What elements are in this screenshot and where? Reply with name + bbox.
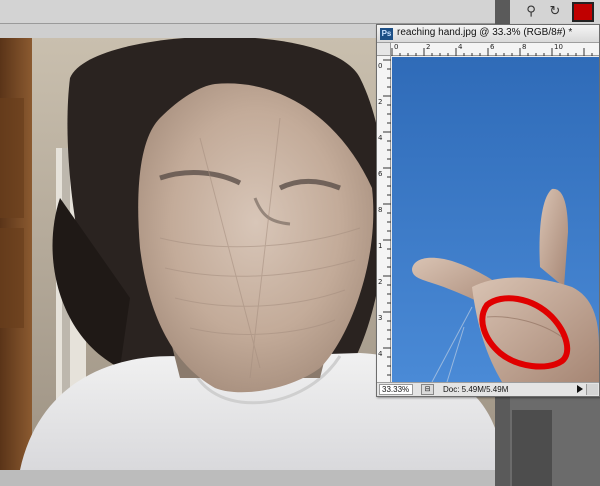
photoshop-icon: Ps (380, 28, 393, 40)
ruler-label: 4 (458, 43, 463, 51)
rotate-icon[interactable]: ↻ (544, 2, 566, 22)
ruler-label: 4 (378, 350, 383, 358)
vertical-ruler[interactable]: 0 2 4 6 8 1 2 3 4 (377, 56, 391, 382)
ruler-label: 4 (378, 134, 383, 142)
workspace: ⚲ ↻ Ps reaching hand.jpg @ 33.3% (RGB/8#… (0, 0, 600, 486)
zoom-level-field[interactable]: 33.33% (379, 384, 413, 395)
ruler-label: 8 (522, 43, 527, 51)
ruler-label: 2 (426, 43, 431, 51)
ruler-label: 10 (554, 43, 563, 51)
status-menu-arrow-icon[interactable] (577, 385, 583, 393)
panel-dark-block (512, 410, 552, 486)
puppet-pin-icon[interactable]: ⚲ (520, 2, 542, 22)
ruler-label: 3 (378, 314, 383, 322)
workspace-bottom (0, 470, 495, 486)
hand-image-canvas[interactable] (392, 57, 599, 382)
document-title-bar[interactable]: Ps reaching hand.jpg @ 33.3% (RGB/8#) * (377, 25, 599, 43)
reaching-hand-image (392, 57, 599, 382)
horizontal-scrollbar[interactable] (586, 384, 598, 395)
ruler-label: 0 (378, 62, 383, 70)
ruler-origin[interactable] (377, 43, 391, 56)
document-status-bar: 33.33% ⊟ Doc: 5.49M/5.49M (377, 382, 599, 396)
ruler-label: 1 (378, 242, 383, 250)
ruler-label: 0 (394, 43, 399, 51)
ruler-ticks (391, 48, 593, 56)
ruler-label: 2 (378, 278, 383, 286)
options-bar-strip (0, 0, 510, 24)
info-icon[interactable]: ⊟ (421, 384, 434, 395)
document-title: reaching hand.jpg @ 33.3% (RGB/8#) * (397, 27, 573, 38)
ruler-label: 2 (378, 98, 383, 106)
foreground-color-swatch[interactable] (572, 2, 594, 22)
ruler-label: 6 (490, 43, 495, 51)
panel-toolbar: ⚲ ↻ (510, 0, 600, 26)
document-size[interactable]: Doc: 5.49M/5.49M (443, 384, 508, 395)
ruler-label: 6 (378, 170, 383, 178)
ruler-label: 8 (378, 206, 383, 214)
horizontal-ruler[interactable]: 0 2 4 6 8 10 (391, 43, 599, 56)
document-window[interactable]: Ps reaching hand.jpg @ 33.3% (RGB/8#) * … (376, 24, 600, 397)
